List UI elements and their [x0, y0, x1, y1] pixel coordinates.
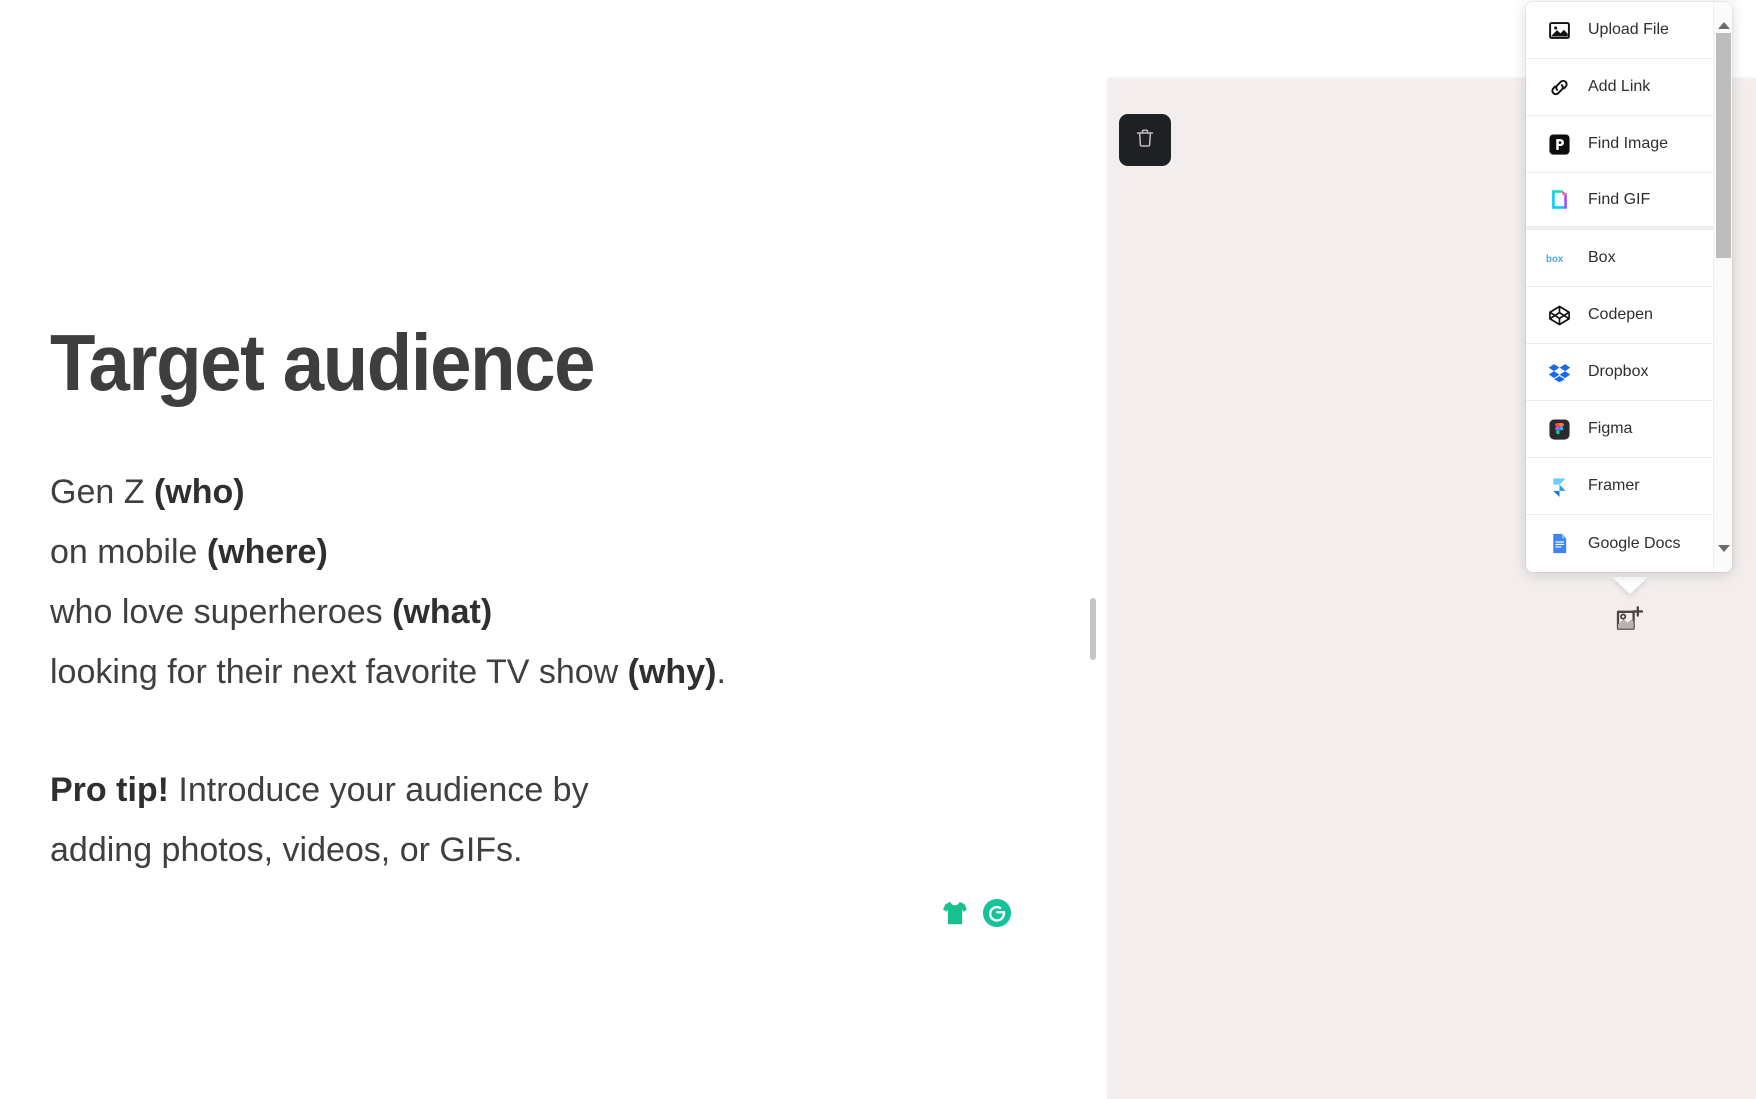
- body-paragraph-spacer: [50, 702, 1010, 760]
- menu-item-label: Dropbox: [1588, 363, 1649, 380]
- insert-menu-list: Upload File Add Link Find Image Find GIF…: [1526, 2, 1732, 572]
- dropbox-icon: [1546, 359, 1572, 385]
- body-line-1-normal: Gen Z: [50, 473, 154, 511]
- image-upload-icon: [1546, 17, 1572, 43]
- menu-item-label: Figma: [1588, 420, 1633, 437]
- panel-scrollbar-thumb[interactable]: [1090, 598, 1096, 660]
- menu-item-label: Framer: [1588, 477, 1640, 494]
- menu-item-label: Add Link: [1588, 78, 1651, 95]
- delete-button[interactable]: [1119, 114, 1171, 166]
- svg-text:box: box: [1546, 254, 1564, 265]
- slide-canvas: Target audience Gen Z (who) on mobile (w…: [0, 0, 1107, 1099]
- menu-scrollbar[interactable]: [1713, 2, 1732, 572]
- grammarly-icon[interactable]: [982, 898, 1012, 928]
- menu-item-figma[interactable]: Figma: [1526, 401, 1732, 458]
- menu-item-framer[interactable]: Framer: [1526, 458, 1732, 515]
- menu-item-upload-file[interactable]: Upload File: [1526, 2, 1732, 59]
- menu-item-label: Find Image: [1588, 135, 1669, 152]
- box-icon: box: [1546, 245, 1572, 271]
- menu-item-google-docs[interactable]: Google Docs: [1526, 515, 1732, 572]
- body-line-3-normal: who love superheroes: [50, 593, 393, 631]
- google-docs-icon: [1546, 531, 1572, 557]
- body-line-4-tail: .: [716, 653, 726, 691]
- panel-scrollbar[interactable]: [1088, 80, 1098, 1099]
- trash-icon: [1133, 126, 1157, 155]
- body-line-2-bold: (where): [206, 533, 328, 571]
- body-line-3: who love superheroes (what): [50, 582, 1010, 642]
- pro-tip-label: Pro tip!: [50, 771, 169, 809]
- menu-item-label: Google Docs: [1588, 534, 1681, 552]
- body-line-2: on mobile (where): [50, 522, 1010, 582]
- body-line-4: looking for their next favorite TV show …: [50, 642, 1010, 702]
- menu-item-label: Upload File: [1588, 21, 1669, 38]
- pro-tip-text-1: Introduce your audience by: [168, 771, 589, 809]
- body-line-1-bold: (who): [153, 473, 245, 511]
- figma-icon: [1546, 416, 1572, 442]
- menu-item-add-link[interactable]: Add Link: [1526, 59, 1732, 116]
- menu-item-find-gif[interactable]: Find GIF: [1526, 173, 1732, 230]
- body-line-4-bold: (why): [627, 653, 717, 691]
- link-icon: [1546, 74, 1572, 100]
- menu-caret-pointer: [1612, 577, 1648, 594]
- body-line-2-normal: on mobile: [50, 533, 207, 571]
- codepen-icon: [1546, 302, 1572, 328]
- insert-menu-dropdown[interactable]: Upload File Add Link Find Image Find GIF…: [1526, 2, 1732, 572]
- menu-item-dropbox[interactable]: Dropbox: [1526, 344, 1732, 401]
- menu-item-label: Box: [1588, 249, 1616, 266]
- menu-item-label: Find GIF: [1588, 190, 1651, 208]
- body-line-4-normal: looking for their next favorite TV show: [50, 653, 628, 691]
- pro-tip-line-2: adding photos, videos, or GIFs.: [50, 831, 523, 869]
- chevron-down-icon: [1717, 545, 1730, 552]
- slide-body-text: Gen Z (who) on mobile (where) who love s…: [50, 462, 1010, 880]
- menu-item-label: Codepen: [1588, 306, 1653, 323]
- pexels-icon: [1546, 131, 1572, 157]
- add-image-button[interactable]: [1607, 598, 1653, 644]
- menu-item-find-image[interactable]: Find Image: [1526, 116, 1732, 173]
- giphy-icon: [1546, 187, 1572, 213]
- chevron-up-icon: [1717, 22, 1730, 29]
- menu-item-box[interactable]: box Box: [1526, 230, 1732, 287]
- pro-tip-line-1: Pro tip! Introduce your audience by: [50, 760, 1010, 820]
- page-title: Target audience: [50, 318, 596, 407]
- body-line-1: Gen Z (who): [50, 462, 1010, 522]
- menu-item-codepen[interactable]: Codepen: [1526, 287, 1732, 344]
- menu-scrollbar-thumb[interactable]: [1716, 33, 1731, 258]
- body-line-3-bold: (what): [392, 593, 493, 631]
- framer-icon: [1546, 473, 1572, 499]
- menu-scroll-down-button[interactable]: [1714, 539, 1732, 558]
- tshirt-icon[interactable]: [940, 898, 970, 928]
- green-icon-cluster: [940, 898, 1012, 928]
- image-plus-icon: [1612, 601, 1648, 642]
